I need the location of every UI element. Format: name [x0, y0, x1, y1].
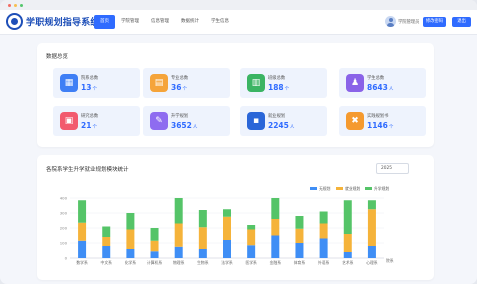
legend-swatch	[365, 186, 372, 191]
logout-button[interactable]: 退出	[452, 17, 471, 27]
stat-label: 专业总数	[171, 76, 189, 81]
stat-number: 36	[171, 83, 182, 92]
stat-number: 1146	[367, 121, 388, 130]
overview-title: 数据总览	[46, 54, 69, 60]
book-icon: ▤	[150, 74, 168, 92]
maximize-window-button[interactable]	[20, 4, 23, 7]
chart-title: 各院系学生升学就业规划模块统计	[46, 167, 129, 173]
nav-item-stats[interactable]: 数据统计	[175, 15, 205, 29]
stat-label: 学生总数	[367, 76, 385, 81]
stat-card-majors[interactable]: ▤ 专业总数 36个	[143, 68, 230, 98]
stat-card-classes[interactable]: ▥ 班级总数 188个	[240, 68, 327, 98]
students-icon: ♟	[346, 74, 364, 92]
legend-label: 升学规划	[374, 185, 390, 191]
window-chrome	[0, 0, 477, 10]
top-header: 学职规划指导系统 首页 学院管理 信息管理 数据统计 学生信息 学院管理员 修改…	[0, 10, 477, 35]
stat-unit: 个	[182, 87, 187, 92]
app-window: 学职规划指导系统 首页 学院管理 信息管理 数据统计 学生信息 学院管理员 修改…	[0, 0, 477, 284]
stat-label: 升学规划	[171, 114, 189, 119]
stat-label: 实践规划书	[367, 114, 389, 119]
stat-value: 36个	[171, 83, 187, 92]
stat-value: 8643人	[367, 83, 393, 92]
change-password-button[interactable]: 修改密码	[423, 17, 446, 27]
legend-item-employment: 就业规划	[336, 186, 360, 191]
legend-item-further-study: 升学规划	[365, 186, 389, 191]
stat-card-departments[interactable]: ▦ 院系总数 13个	[53, 68, 140, 98]
chart-card: 各院系学生升学就业规划模块统计	[37, 155, 434, 280]
stat-unit: 人	[192, 125, 198, 130]
stat-label: 研究总数	[81, 114, 99, 119]
stat-value: 1146个	[367, 121, 393, 130]
legend-label: 就业规划	[345, 185, 361, 191]
stat-number: 2245	[268, 121, 289, 130]
graduation-cap-icon: ✎	[150, 112, 168, 130]
tools-icon: ✖	[346, 112, 364, 130]
stat-number: 13	[81, 83, 92, 92]
overview-card: 数据总览 ▦ 院系总数 13个 ▤ 专业总数 36个 ▥ 班级总数 188个 ♟ 学生总数 8643人…	[37, 43, 434, 147]
nav-item-college[interactable]: 学院管理	[115, 15, 145, 29]
class-icon: ▥	[247, 74, 265, 92]
stat-unit: 个	[92, 87, 97, 92]
stat-card-practice[interactable]: ✖ 实践规划书 1146个	[339, 106, 426, 136]
main-nav: 首页 学院管理 信息管理 数据统计 学生信息	[94, 15, 235, 29]
building-icon: ▦	[60, 74, 78, 92]
close-window-button[interactable]	[8, 4, 11, 7]
stat-value: 13个	[81, 83, 97, 92]
minimize-window-button[interactable]	[14, 4, 17, 7]
research-icon: ▣	[60, 112, 78, 130]
legend-item-none: 无规划	[310, 186, 330, 191]
site-title: 学职规划指导系统	[26, 18, 100, 28]
briefcase-icon: ▪	[247, 112, 265, 130]
stat-label: 就业规划	[268, 114, 286, 119]
stat-card-employment[interactable]: ▪ 就业规划 2245人	[240, 106, 327, 136]
stat-card-research[interactable]: ▣ 研究总数 21个	[53, 106, 140, 136]
nav-item-home[interactable]: 首页	[94, 15, 115, 29]
nav-item-info[interactable]: 信息管理	[145, 15, 175, 29]
stat-value: 21个	[81, 121, 97, 130]
stat-unit: 个	[92, 125, 97, 130]
nav-item-students[interactable]: 学生信息	[205, 15, 235, 29]
year-select[interactable]: 2025	[376, 163, 409, 174]
stat-unit: 人	[289, 125, 295, 130]
avatar[interactable]	[385, 16, 396, 27]
stat-number: 3652	[171, 121, 192, 130]
stat-card-students[interactable]: ♟ 学生总数 8643人	[339, 68, 426, 98]
stat-number: 188	[268, 83, 284, 92]
stat-number: 8643	[367, 83, 388, 92]
legend-swatch	[310, 186, 317, 191]
stat-unit: 个	[388, 125, 394, 130]
legend-label: 无规划	[319, 185, 331, 191]
stat-value: 2245人	[268, 121, 294, 130]
legend-swatch	[336, 186, 343, 191]
stat-value: 188个	[268, 83, 289, 92]
user-name: 学院管理员	[398, 20, 420, 25]
stat-value: 3652人	[171, 121, 197, 130]
stat-unit: 个	[284, 87, 290, 92]
logo-icon	[6, 13, 23, 30]
stat-label: 班级总数	[268, 76, 286, 81]
stat-card-further-study[interactable]: ✎ 升学规划 3652人	[143, 106, 230, 136]
stat-unit: 人	[388, 87, 394, 92]
stat-number: 21	[81, 121, 92, 130]
stat-label: 院系总数	[81, 76, 99, 81]
